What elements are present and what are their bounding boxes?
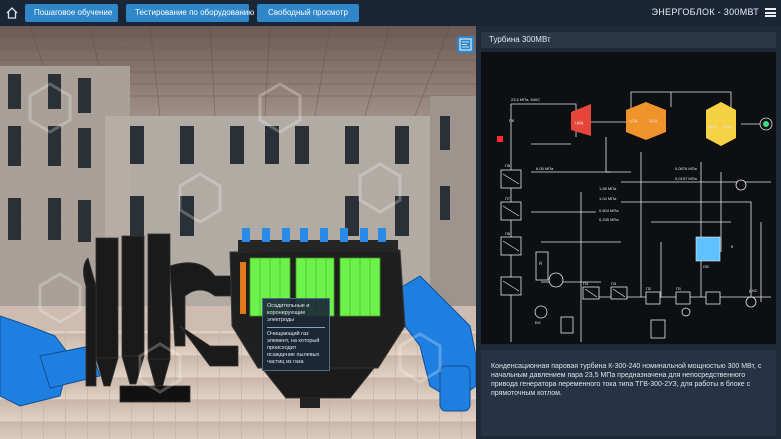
top-bar: Пошаговое обучение Тестирование по обору…: [0, 0, 781, 26]
label-pressure-4: 0,504 МПа: [599, 208, 619, 213]
label-p3: П3: [611, 281, 617, 286]
label-p7: П7: [505, 196, 511, 201]
info-panel: Турбина 300МВт ЦВД ЦСД ЦСД ЦНД ЦНД 23,5 …: [476, 26, 781, 439]
label-ov: ОВ: [703, 264, 709, 269]
label-d: Д: [539, 260, 542, 265]
label-pressure-5: 0,235 МПа: [599, 217, 619, 222]
label-pressure-7: 0,0157 МПа: [675, 176, 698, 181]
tooltip-title: Осадительные и коронирующие электроды: [267, 303, 310, 323]
cylinder-label-ip-2: ЦСД: [649, 118, 658, 123]
label-pk: ПК: [509, 118, 515, 123]
turbine-scheme-diagram: ЦВД ЦСД ЦСД ЦНД ЦНД 23,5 МПа, 540С ПК П8…: [497, 91, 773, 342]
panel-title: Турбина 300МВт: [481, 32, 776, 48]
cylinder-label-ip-1: ЦСД: [629, 118, 638, 123]
label-pressure-1: 6,05 МПа: [536, 166, 554, 171]
label-bn: БН: [535, 320, 541, 325]
toggle-scheme-button[interactable]: [457, 36, 474, 53]
label-p1: П1: [676, 286, 682, 291]
tooltip-description: Очищающий газ элемент, на который происх…: [267, 331, 320, 365]
scheme-icon: [459, 38, 472, 51]
label-p4: П4: [583, 281, 589, 286]
label-dns: ДНС: [749, 288, 758, 293]
label-p8: П8: [505, 163, 511, 168]
label-pressure-2: 1,58 МПа: [599, 186, 617, 191]
equipment-testing-button[interactable]: Тестирование по оборудованию: [126, 4, 254, 22]
free-view-button[interactable]: Свободный просмотр: [257, 4, 359, 22]
factory-scene-illustration: [0, 26, 476, 439]
label-k: К: [731, 244, 734, 249]
cylinder-label-lp-1: ЦНД: [708, 124, 717, 129]
cylinder-label-hp: ЦВД: [575, 120, 584, 125]
turbine-description: Конденсационная паровая турбина К-300-24…: [481, 350, 776, 436]
label-pressure-3: 1,04 МПа: [599, 196, 617, 201]
hamburger-menu-icon[interactable]: [765, 8, 776, 17]
turbine-scheme: ЦВД ЦСД ЦСД ЦНД ЦНД 23,5 МПа, 540С ПК П8…: [481, 52, 776, 344]
home-icon[interactable]: [5, 6, 19, 20]
app-title: ЭНЕРГОБЛОК - 300МВТ: [651, 7, 759, 17]
label-p2: П2: [646, 286, 652, 291]
step-training-button[interactable]: Пошаговое обучение: [25, 4, 118, 22]
label-p6: П6: [505, 231, 511, 236]
label-pressure-6: 0,0876 МПа: [675, 166, 698, 171]
label-steam: 23,5 МПа, 540С: [511, 97, 540, 102]
cylinder-label-lp-2: ЦНД: [723, 124, 732, 129]
tooltip-divider: [267, 327, 325, 328]
3d-scene-viewport[interactable]: Осадительные и коронирующие электроды Оч…: [0, 26, 476, 439]
equipment-tooltip: Осадительные и коронирующие электроды Оч…: [262, 298, 330, 371]
